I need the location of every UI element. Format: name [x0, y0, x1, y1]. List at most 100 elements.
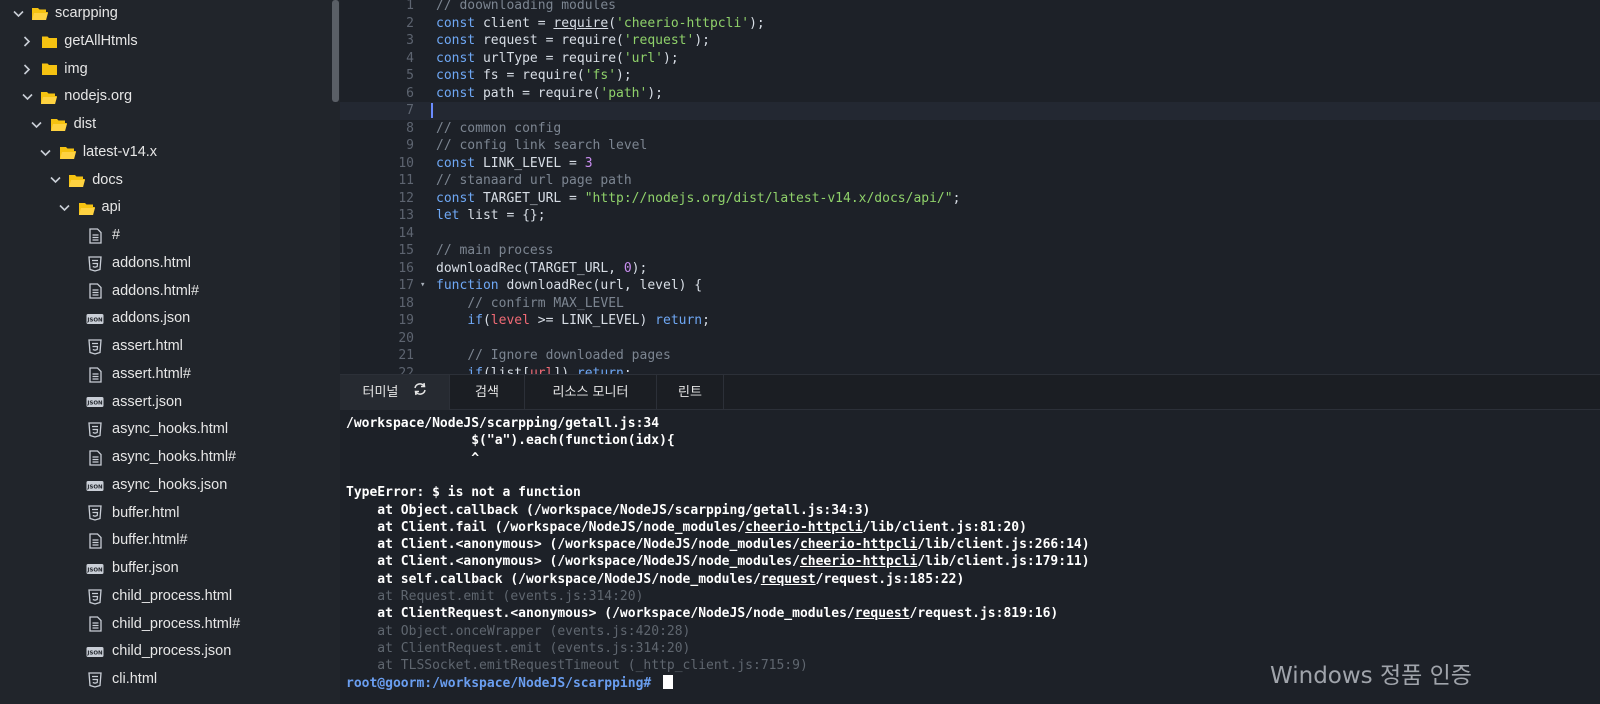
- code-text: const client = require('cheerio-httpcli'…: [436, 15, 765, 33]
- tree-file[interactable]: assert.html#: [0, 361, 330, 389]
- tree-file[interactable]: buffer.html: [0, 500, 330, 528]
- tree-file[interactable]: #: [0, 222, 330, 250]
- tree-file[interactable]: cli.html: [0, 666, 330, 694]
- tree-file[interactable]: child_process.html#: [0, 611, 330, 639]
- json-icon: JSON: [85, 638, 105, 666]
- tree-folder[interactable]: latest-v14.x: [0, 139, 330, 167]
- code-editor[interactable]: 1 // doownloading modules 2 const client = …: [340, 0, 1600, 374]
- tree-item-label: addons.html#: [112, 282, 200, 299]
- tree-file[interactable]: JSON addons.json: [0, 305, 330, 333]
- tab-terminal[interactable]: 터미널: [340, 375, 450, 410]
- chevron-down-icon[interactable]: [48, 167, 62, 195]
- tree-folder[interactable]: docs: [0, 167, 330, 195]
- tab-resource-monitor[interactable]: 리소스 모니터: [525, 375, 657, 410]
- file-text-icon: [85, 222, 105, 250]
- code-line[interactable]: 21 // Ignore downloaded pages: [340, 347, 1600, 365]
- tab-lint[interactable]: 린트: [657, 375, 724, 410]
- code-line[interactable]: 1 // doownloading modules: [340, 0, 1600, 15]
- code-line[interactable]: 13 let list = {};: [340, 207, 1600, 225]
- terminal-text: root@goorm:/workspace/NodeJS/scarpping#: [346, 675, 660, 691]
- code-token: request = require(: [482, 33, 624, 48]
- line-number: 19: [398, 313, 414, 328]
- terminal-prompt[interactable]: root@goorm:/workspace/NodeJS/scarpping#: [346, 674, 674, 692]
- tree-item-label: getAllHtmls: [64, 32, 138, 49]
- code-line[interactable]: 22 if(list[url]) return;: [340, 365, 1600, 375]
- code-line[interactable]: 12 const TARGET_URL = "http://nodejs.org/…: [340, 190, 1600, 208]
- tree-file[interactable]: child_process.html: [0, 583, 330, 611]
- chevron-down-icon[interactable]: [39, 139, 53, 167]
- json-icon: JSON: [85, 472, 105, 500]
- text-cursor: [431, 103, 433, 118]
- terminal-line: /workspace/NodeJS/scarpping/getall.js:34: [346, 415, 659, 432]
- code-line[interactable]: 11 // stanaard url page path: [340, 172, 1600, 190]
- json-icon: JSON: [85, 555, 105, 583]
- tree-folder[interactable]: img: [0, 56, 330, 84]
- tree-file[interactable]: async_hooks.html#: [0, 444, 330, 472]
- line-number: 16: [398, 260, 414, 276]
- code-line[interactable]: 19 if(level >= LINK_LEVEL) return;: [340, 312, 1600, 330]
- tab-search[interactable]: 검색: [450, 375, 525, 410]
- chevron-down-icon[interactable]: [11, 0, 25, 28]
- tree-file[interactable]: buffer.html#: [0, 527, 330, 555]
- terminal-line: ^: [346, 450, 479, 467]
- tree-file[interactable]: JSON child_process.json: [0, 638, 330, 666]
- chevron-down-icon[interactable]: [58, 194, 72, 222]
- tree-file[interactable]: assert.html: [0, 333, 330, 361]
- code-line[interactable]: 20: [340, 330, 1600, 348]
- code-line[interactable]: 15 // main process: [340, 242, 1600, 260]
- code-text: // confirm MAX_LEVEL: [436, 295, 624, 313]
- tree-folder[interactable]: scarpping: [0, 0, 330, 28]
- line-number: 4: [406, 50, 414, 66]
- tree-item-label: #: [112, 227, 121, 243]
- chevron-right-icon[interactable]: [20, 28, 34, 56]
- tree-file[interactable]: addons.html#: [0, 278, 330, 306]
- html5-icon: [85, 583, 105, 611]
- code-line[interactable]: 9 // config link search level: [340, 137, 1600, 155]
- code-token: LINK_LEVEL =: [482, 155, 585, 171]
- code-line[interactable]: 10 const LINK_LEVEL = 3: [340, 155, 1600, 173]
- folder-icon: [39, 28, 59, 56]
- code-line[interactable]: 3 const request = require('request');: [340, 32, 1600, 50]
- fold-toggle-icon[interactable]: ▾: [420, 277, 425, 295]
- tree-item-label: cli.html: [112, 671, 158, 687]
- code-line[interactable]: 18 // confirm MAX_LEVEL: [340, 295, 1600, 313]
- tree-file[interactable]: addons.html: [0, 250, 330, 278]
- code-token: );: [616, 68, 632, 83]
- code-line[interactable]: 7: [340, 102, 1600, 120]
- code-line[interactable]: 8 // common config: [340, 120, 1600, 138]
- code-line[interactable]: 14: [340, 225, 1600, 243]
- sidebar-scrollbar[interactable]: [332, 0, 339, 102]
- tree-item-label: async_hooks.html#: [112, 449, 237, 465]
- chevron-down-icon[interactable]: [30, 111, 44, 139]
- tree-file[interactable]: JSON assert.json: [0, 389, 330, 417]
- code-text: // config link search level: [436, 137, 647, 155]
- file-text-icon: [85, 278, 105, 306]
- tree-folder[interactable]: nodejs.org: [0, 83, 330, 111]
- code-line[interactable]: 16 downloadRec(TARGET_URL, 0);: [340, 260, 1600, 278]
- code-line[interactable]: 5 const fs = require('fs');: [340, 67, 1600, 85]
- code-line[interactable]: 17 ▾ function downloadRec(url, level) {: [340, 277, 1600, 295]
- terminal-text: /workspace/NodeJS/scarpping/getall.js:34: [346, 416, 660, 431]
- folder-open-icon: [58, 139, 78, 167]
- code-line[interactable]: 2 const client = require('cheerio-httpcli…: [340, 15, 1600, 33]
- code-token: (: [608, 15, 617, 31]
- code-token: return: [576, 365, 624, 375]
- code-line[interactable]: 4 const urlType = require('url');: [340, 50, 1600, 68]
- tree-folder[interactable]: dist: [0, 111, 330, 139]
- tree-file[interactable]: JSON buffer.json: [0, 555, 330, 583]
- tree-folder[interactable]: api: [0, 194, 330, 222]
- tree-folder[interactable]: getAllHtmls: [0, 28, 330, 56]
- tree-file[interactable]: JSON async_hooks.json: [0, 472, 330, 500]
- code-line[interactable]: 6 const path = require('path');: [340, 85, 1600, 103]
- code-token: path = require(: [482, 85, 601, 101]
- terminal-text: at Client.<anonymous> (/workspace/NodeJS…: [346, 554, 800, 570]
- line-number: 10: [398, 155, 414, 171]
- code-text: if(level >= LINK_LEVEL) return;: [436, 312, 710, 330]
- refresh-icon[interactable]: [413, 375, 427, 410]
- chevron-right-icon[interactable]: [20, 56, 34, 84]
- terminal-text: /request.js:819:16): [909, 606, 1059, 622]
- chevron-down-icon[interactable]: [20, 83, 34, 111]
- tree-file[interactable]: async_hooks.html: [0, 416, 330, 444]
